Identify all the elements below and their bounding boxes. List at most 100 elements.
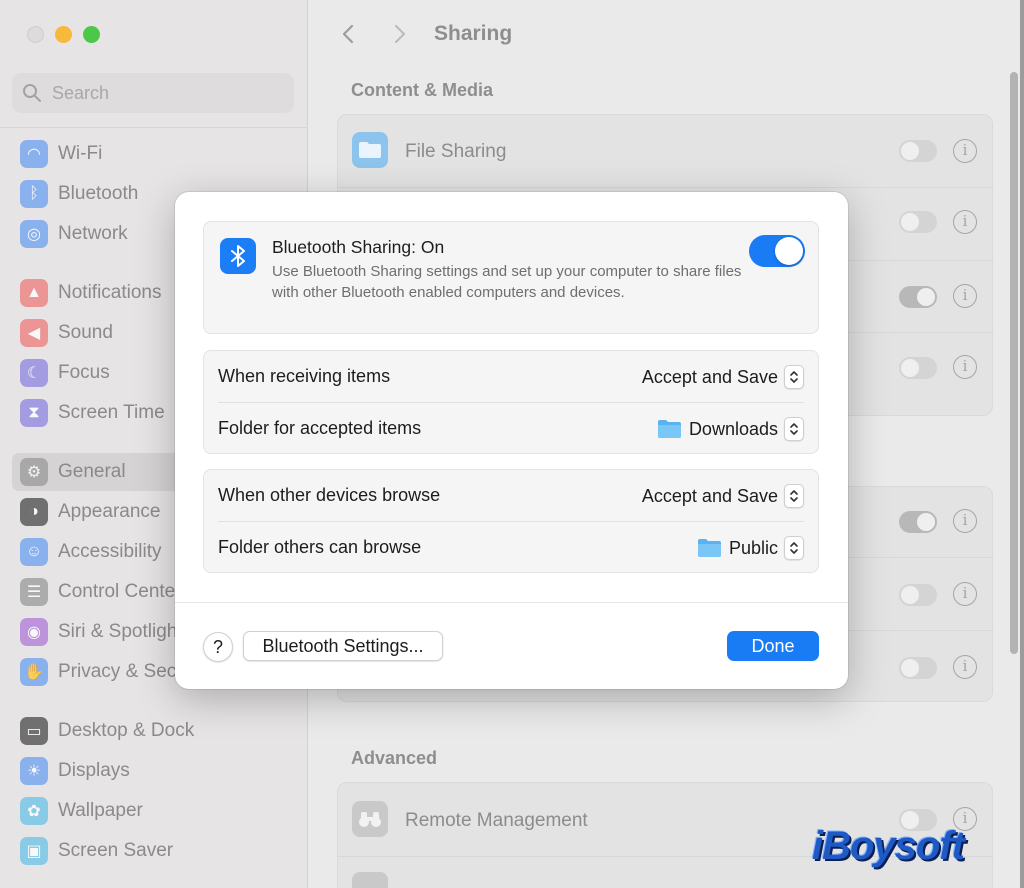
- sidebar-item-displays[interactable]: ☀ Displays: [12, 752, 296, 790]
- bluetooth-sharing-card: Bluetooth Sharing: On Use Bluetooth Shar…: [203, 221, 819, 334]
- dock-icon: ▭: [20, 717, 48, 745]
- file-sharing-info-icon[interactable]: i: [953, 139, 977, 163]
- row-divider: [337, 187, 993, 188]
- sidebar-item-label: Screen Time: [58, 402, 165, 423]
- scrollbar[interactable]: [1010, 72, 1018, 654]
- siri-icon: ◉: [20, 618, 48, 646]
- close-button[interactable]: [27, 26, 44, 43]
- sidebar-item-label: Appearance: [58, 501, 161, 522]
- popup-button[interactable]: Downloads: [657, 415, 804, 443]
- popup-value: Accept and Save: [641, 485, 778, 506]
- watermark-logo: iBoysoft: [812, 824, 965, 868]
- popup-value: Downloads: [688, 418, 778, 439]
- browse-settings-group: When other devices browse Accept and Save…: [203, 469, 819, 573]
- page-title: Sharing: [434, 22, 513, 45]
- sharing-toggle-5[interactable]: [899, 511, 937, 533]
- folder-icon: [657, 420, 681, 438]
- window-edge: [1020, 0, 1024, 888]
- sidebar-item-label: Desktop & Dock: [58, 720, 195, 741]
- sidebar-item-label: Wallpaper: [58, 800, 143, 821]
- sharing-toggle-3[interactable]: [899, 286, 937, 308]
- settings-row: Folder others can browse Public: [204, 522, 820, 574]
- sidebar-item-label: Network: [58, 223, 128, 244]
- section-title-content-media: Content & Media: [351, 80, 493, 100]
- bluetooth-icon: ᛒ: [20, 180, 48, 208]
- sidebar-item-label: Focus: [58, 362, 110, 383]
- done-button[interactable]: Done: [727, 631, 819, 661]
- sidebar-item-label: General: [58, 461, 126, 482]
- toggle-knob: [775, 237, 803, 265]
- settings-row: When other devices browse Accept and Save: [204, 470, 820, 522]
- search-icon: [23, 84, 41, 102]
- info-icon-3[interactable]: i: [953, 284, 977, 308]
- footer-divider: [175, 602, 848, 603]
- minimize-button[interactable]: [55, 26, 72, 43]
- sidebar-item-label: Privacy & Sec: [58, 661, 177, 682]
- sidebar-item-label: Bluetooth: [58, 183, 139, 204]
- up-down-chevron-icon: [784, 417, 804, 441]
- appearance-icon: ◑: [20, 498, 48, 526]
- folder-icon: [697, 539, 721, 557]
- sun-icon: ☀: [20, 757, 48, 785]
- help-button[interactable]: ?: [203, 632, 233, 662]
- info-icon-2[interactable]: i: [953, 210, 977, 234]
- sharing-toggle-6[interactable]: [899, 584, 937, 606]
- settings-row: Folder for accepted items Downloads: [204, 403, 820, 455]
- sidebar-item-label: Screen Saver: [58, 840, 174, 861]
- bluetooth-sharing-title: Bluetooth Sharing: On: [272, 237, 445, 257]
- row-label: When receiving items: [218, 366, 391, 386]
- popup-value: Public: [728, 537, 778, 558]
- zoom-button[interactable]: [83, 26, 100, 43]
- popup-button[interactable]: Public: [697, 534, 804, 562]
- row-label: Folder others can browse: [218, 537, 422, 557]
- flower-icon: ✿: [20, 797, 48, 825]
- hand-icon: ✋: [20, 658, 48, 686]
- bluetooth-sharing-toggle[interactable]: [749, 235, 805, 267]
- accessibility-icon: ☺: [20, 538, 48, 566]
- file-sharing-label: File Sharing: [405, 141, 507, 162]
- sidebar-item-label: Displays: [58, 760, 130, 781]
- sidebar-item-label: Sound: [58, 322, 113, 343]
- gear-icon: ⚙: [20, 458, 48, 486]
- file-sharing-toggle[interactable]: [899, 140, 937, 162]
- binoculars-icon: [352, 801, 388, 837]
- sidebar-item-wallpaper[interactable]: ✿ Wallpaper: [12, 792, 296, 830]
- info-icon-7[interactable]: i: [953, 655, 977, 679]
- popup-button[interactable]: Accept and Save: [642, 363, 804, 391]
- control-center-icon: ☰: [20, 578, 48, 606]
- speaker-icon: ◀: [20, 319, 48, 347]
- section-title-advanced: Advanced: [351, 748, 438, 768]
- forward-chevron-icon[interactable]: [387, 22, 411, 46]
- info-icon-5[interactable]: i: [953, 509, 977, 533]
- search-input[interactable]: Search: [12, 73, 294, 113]
- bluetooth-settings-button[interactable]: Bluetooth Settings...: [243, 631, 443, 661]
- moon-icon: ☾: [20, 359, 48, 387]
- bluetooth-sharing-description: Use Bluetooth Sharing settings and set u…: [272, 263, 742, 301]
- settings-row: When receiving items Accept and Save: [204, 351, 820, 403]
- up-down-chevron-icon: [784, 484, 804, 508]
- info-icon-4[interactable]: i: [953, 355, 977, 379]
- info-icon-6[interactable]: i: [953, 582, 977, 606]
- remote-management-label: Remote Management: [405, 810, 588, 831]
- row-label: Folder for accepted items: [218, 418, 422, 438]
- hourglass-icon: ⧗: [20, 399, 48, 427]
- up-down-chevron-icon: [784, 536, 804, 560]
- sidebar-item-label: Siri & Spotligh: [58, 621, 178, 642]
- row-icon-partial: [352, 872, 388, 888]
- row-label: When other devices browse: [218, 485, 441, 505]
- file-sharing-folder-icon: [352, 132, 388, 168]
- sharing-toggle-2[interactable]: [899, 211, 937, 233]
- sidebar-item-screen-saver[interactable]: ▣ Screen Saver: [12, 832, 296, 870]
- system-settings-window: Search ◠ Wi-Fi ᛒ Bluetooth ◎ Network ▲ Notifica…: [0, 0, 1024, 888]
- sharing-toggle-7[interactable]: [899, 657, 937, 679]
- up-down-chevron-icon: [784, 365, 804, 389]
- sharing-toggle-4[interactable]: [899, 357, 937, 379]
- back-chevron-icon[interactable]: [337, 22, 361, 46]
- bell-icon: ▲: [20, 279, 48, 307]
- screensaver-icon: ▣: [20, 837, 48, 865]
- traffic-lights: [27, 26, 100, 43]
- sidebar-item-desktop-dock[interactable]: ▭ Desktop & Dock: [12, 712, 296, 750]
- popup-button[interactable]: Accept and Save: [642, 482, 804, 510]
- popup-value: Accept and Save: [641, 366, 778, 387]
- sidebar-item-wi-fi[interactable]: ◠ Wi-Fi: [12, 135, 296, 173]
